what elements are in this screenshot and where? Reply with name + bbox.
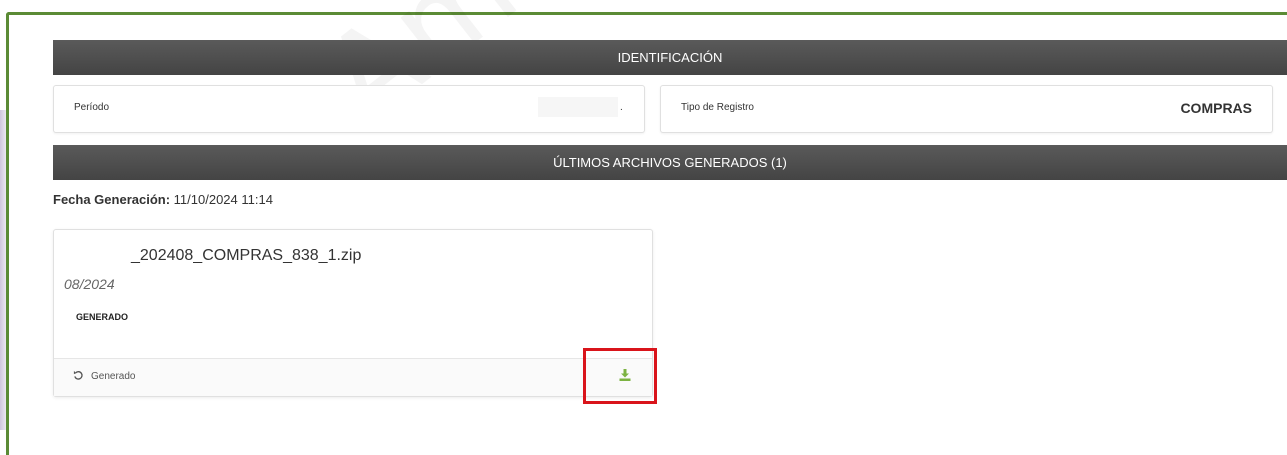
tipo-registro-card: Tipo de Registro COMPRAS — [660, 85, 1273, 133]
periodo-card: Período . — [53, 85, 645, 133]
tipo-registro-label: Tipo de Registro — [681, 102, 754, 113]
periodo-label: Período — [74, 102, 110, 113]
download-icon — [619, 368, 631, 385]
file-period: 08/2024 — [64, 276, 115, 292]
archivos-header: ÚLTIMOS ARCHIVOS GENERADOS (1) — [53, 145, 1287, 180]
left-edge — [0, 110, 6, 430]
file-name-text: _202408_COMPRAS_838_1.zip — [131, 247, 362, 264]
file-card-footer: Generado — [54, 358, 652, 396]
fecha-generacion-label: Fecha Generación: — [53, 192, 171, 207]
fecha-generacion-value: 11/10/2024 11:14 — [173, 192, 273, 207]
redacted-area — [64, 248, 131, 263]
download-button[interactable] — [615, 367, 635, 387]
tipo-registro-value: COMPRAS — [1180, 100, 1252, 116]
fecha-generacion: Fecha Generación: 11/10/2024 11:14 — [53, 192, 273, 207]
history-icon — [73, 370, 84, 384]
file-name: _202408_COMPRAS_838_1.zip — [64, 247, 361, 265]
footer-status-text: Generado — [91, 371, 136, 382]
identificacion-header: IDENTIFICACIÓN — [53, 40, 1287, 75]
file-card: _202408_COMPRAS_838_1.zip 08/2024 GENERA… — [53, 229, 653, 397]
redacted-area — [538, 97, 618, 117]
periodo-value: . — [620, 102, 623, 113]
file-status: GENERADO — [76, 312, 129, 322]
